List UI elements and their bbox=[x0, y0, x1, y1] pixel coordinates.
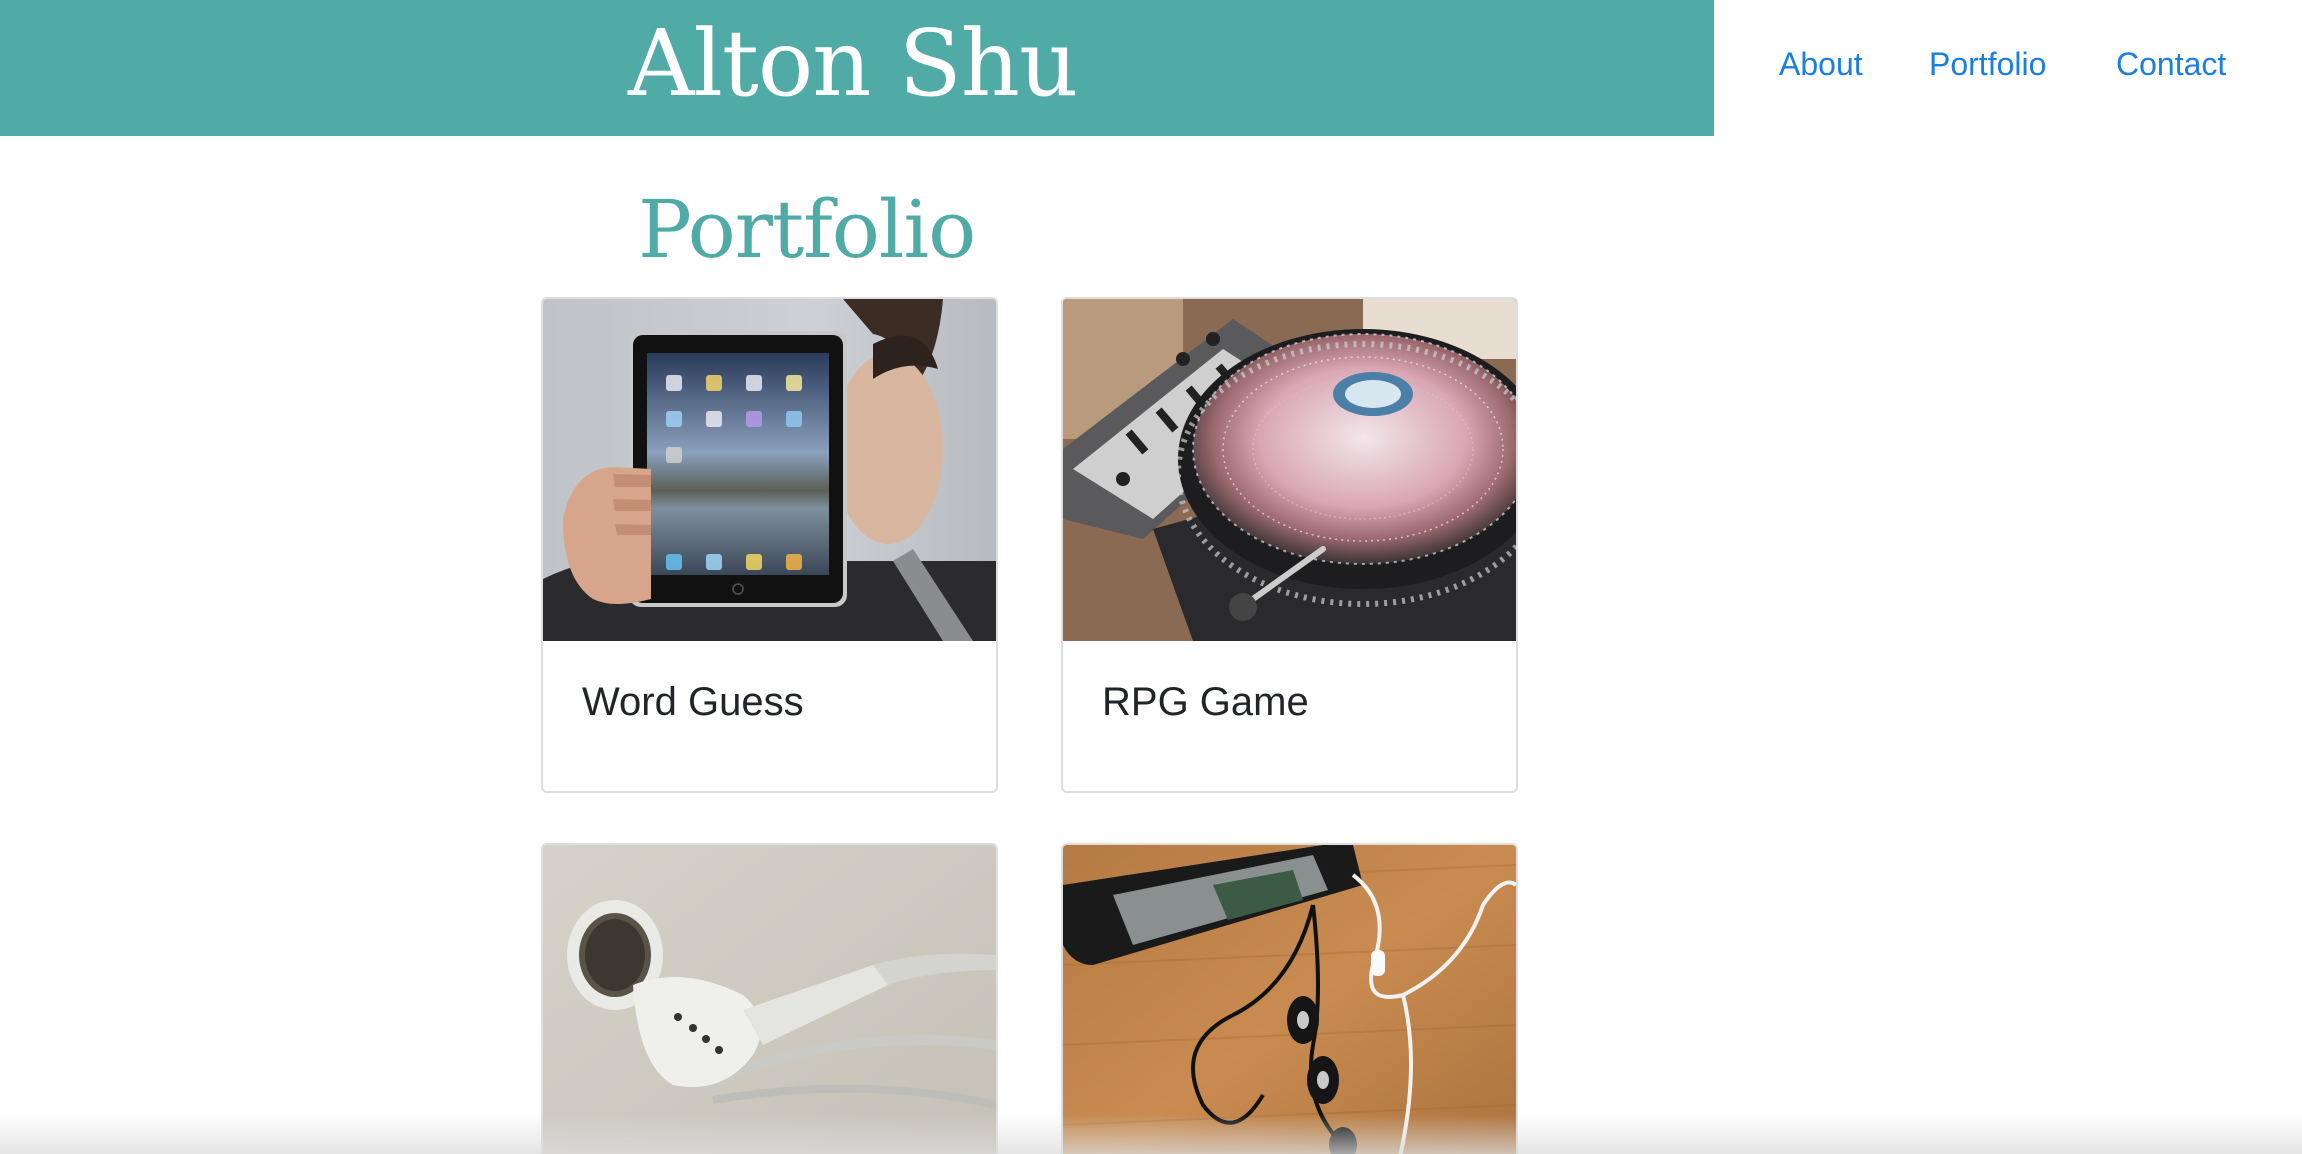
nav-link-portfolio[interactable]: Portfolio bbox=[1929, 44, 2046, 84]
phone-earphones-photo[interactable] bbox=[1063, 845, 1516, 1154]
portfolio-heading: Portfolio bbox=[638, 183, 976, 276]
tablet-photo[interactable] bbox=[543, 299, 996, 641]
page: Alton Shu About Portfolio Contact Portfo… bbox=[0, 0, 2302, 1154]
portfolio-card-3[interactable] bbox=[541, 843, 998, 1154]
nav-link-contact[interactable]: Contact bbox=[2116, 44, 2226, 84]
earbuds-photo[interactable] bbox=[543, 845, 996, 1154]
turntable-photo[interactable] bbox=[1063, 299, 1516, 641]
card-title[interactable]: Word Guess bbox=[582, 677, 804, 727]
header-brand-bar: Alton Shu bbox=[0, 0, 1714, 136]
nav-link-about[interactable]: About bbox=[1779, 44, 1863, 84]
portfolio-card-word-guess[interactable]: Word Guess bbox=[541, 297, 998, 793]
site-title[interactable]: Alton Shu bbox=[628, 4, 1078, 124]
portfolio-card-4[interactable] bbox=[1061, 843, 1518, 1154]
main-nav: About Portfolio Contact bbox=[1714, 0, 2302, 136]
card-title[interactable]: RPG Game bbox=[1102, 677, 1309, 727]
portfolio-card-rpg-game[interactable]: RPG Game bbox=[1061, 297, 1518, 793]
